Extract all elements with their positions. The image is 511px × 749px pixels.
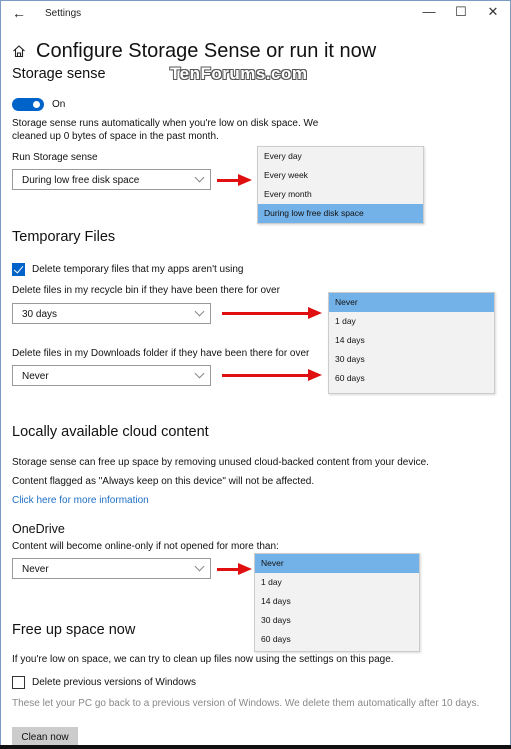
onedrive-label: Content will become online-only if not o… <box>12 541 279 552</box>
dropdown-option-selected[interactable]: During low free disk space <box>258 204 423 223</box>
dropdown-option[interactable]: Every day <box>258 147 423 166</box>
onedrive-dropdown: Never 1 day 14 days 30 days 60 days <box>254 553 420 652</box>
free-up-description: If you're low on space, we can try to cl… <box>12 654 394 665</box>
delete-previous-windows-label: Delete previous versions of Windows <box>32 677 196 688</box>
dropdown-option[interactable]: 60 days <box>255 630 419 649</box>
dropdown-option[interactable]: 1 day <box>255 573 419 592</box>
red-arrow-annotation <box>217 174 252 186</box>
toggle-knob <box>33 101 40 108</box>
watermark: TenForums.com <box>170 64 308 83</box>
cloud-description-1: Storage sense can free up space by remov… <box>12 457 429 468</box>
run-storage-sense-select[interactable]: During low free disk space <box>12 169 211 190</box>
chevron-down-icon <box>194 306 205 317</box>
chevron-down-icon <box>194 172 205 183</box>
recycle-bin-value: 30 days <box>22 309 58 320</box>
title-bar: ← Settings — ☐ ✕ <box>0 0 511 30</box>
dropdown-option[interactable]: 30 days <box>255 611 419 630</box>
dropdown-option[interactable]: 30 days <box>329 350 494 369</box>
delete-previous-windows-checkbox[interactable] <box>12 676 25 689</box>
close-button[interactable]: ✕ <box>483 4 503 20</box>
maximize-button[interactable]: ☐ <box>451 4 471 20</box>
recycle-bin-dropdown: Never 1 day 14 days 30 days 60 days <box>328 292 495 394</box>
minimize-button[interactable]: — <box>419 4 439 19</box>
run-storage-sense-value: During low free disk space <box>22 175 140 186</box>
dropdown-option[interactable]: 1 day <box>329 312 494 331</box>
onedrive-heading: OneDrive <box>12 522 65 536</box>
red-arrow-annotation <box>217 563 252 575</box>
dropdown-option[interactable]: 14 days <box>255 592 419 611</box>
page-title: Configure Storage Sense or run it now <box>36 40 377 62</box>
storage-sense-heading: Storage sense <box>12 66 106 82</box>
recycle-bin-label: Delete files in my recycle bin if they h… <box>12 285 280 296</box>
downloads-folder-label: Delete files in my Downloads folder if t… <box>12 348 310 359</box>
storage-sense-description-1: Storage sense runs automatically when yo… <box>12 118 319 129</box>
temporary-files-heading: Temporary Files <box>12 229 116 245</box>
more-information-link[interactable]: Click here for more information <box>12 495 149 506</box>
run-storage-sense-dropdown: Every day Every week Every month During … <box>257 146 424 224</box>
dropdown-option[interactable]: 60 days <box>329 369 494 388</box>
dropdown-option[interactable]: 14 days <box>329 331 494 350</box>
free-up-space-heading: Free up space now <box>12 622 136 638</box>
dropdown-option[interactable]: Every week <box>258 166 423 185</box>
dropdown-option-selected[interactable]: Never <box>255 554 419 573</box>
previous-windows-note: These let your PC go back to a previous … <box>12 698 480 709</box>
delete-temp-files-checkbox[interactable] <box>12 263 25 276</box>
storage-sense-description-2: cleaned up 0 bytes of space in the past … <box>12 131 219 142</box>
dropdown-option-selected[interactable]: Never <box>329 293 494 312</box>
home-icon[interactable] <box>12 44 26 58</box>
back-button[interactable]: ← <box>12 5 26 21</box>
cloud-content-heading: Locally available cloud content <box>12 424 209 440</box>
chevron-down-icon <box>194 561 205 572</box>
downloads-folder-value: Never <box>22 371 49 382</box>
toggle-state-label: On <box>52 99 66 110</box>
onedrive-select[interactable]: Never <box>12 558 211 579</box>
recycle-bin-select[interactable]: 30 days <box>12 303 211 324</box>
bottom-border <box>0 745 511 749</box>
app-title: Settings <box>45 8 82 19</box>
storage-sense-toggle[interactable] <box>12 98 44 111</box>
cloud-description-2: Content flagged as "Always keep on this … <box>12 476 315 487</box>
run-storage-sense-label: Run Storage sense <box>12 152 98 163</box>
onedrive-value: Never <box>22 564 49 575</box>
delete-temp-files-label: Delete temporary files that my apps aren… <box>32 264 244 275</box>
downloads-folder-select[interactable]: Never <box>12 365 211 386</box>
dropdown-option[interactable]: Every month <box>258 185 423 204</box>
red-arrow-annotation <box>222 369 322 381</box>
chevron-down-icon <box>194 368 205 379</box>
red-arrow-annotation <box>222 307 322 319</box>
